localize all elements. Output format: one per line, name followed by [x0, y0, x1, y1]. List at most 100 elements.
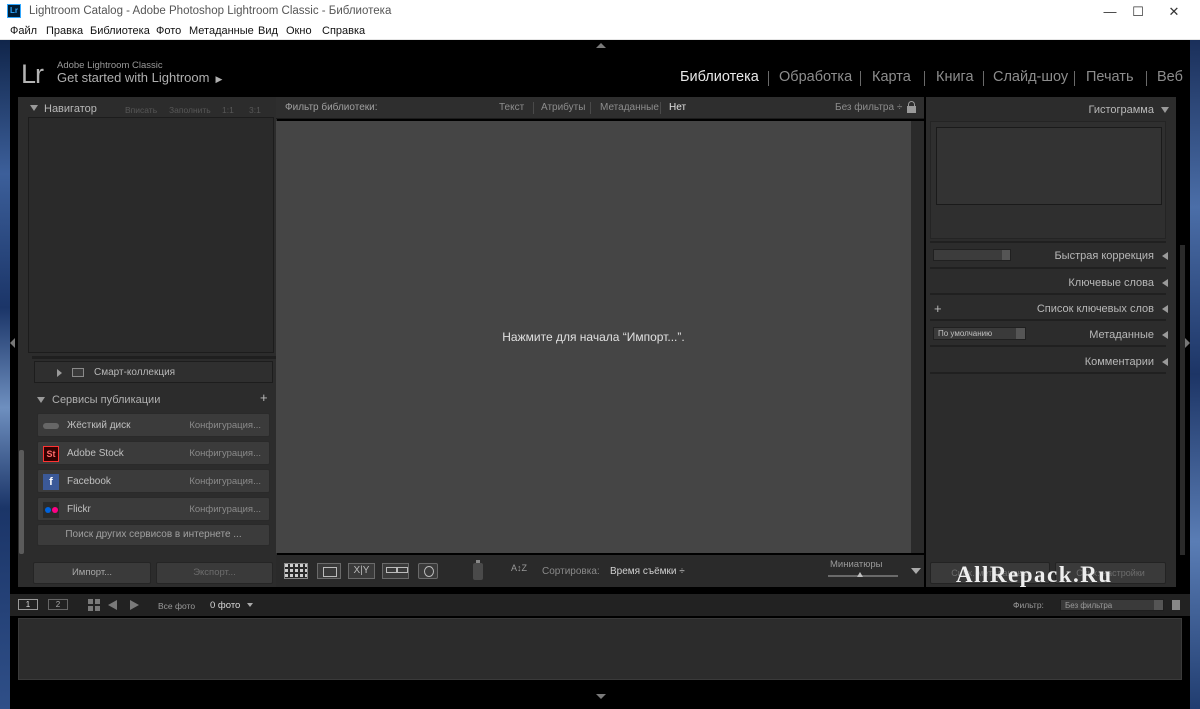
menu-file[interactable]: Файл	[10, 25, 37, 37]
service-configure[interactable]: Конфигурация...	[189, 504, 261, 515]
sort-label: Сортировка:	[542, 566, 600, 577]
filter-tab-metadata[interactable]: Метаданные	[600, 102, 659, 113]
top-panel-toggle-icon[interactable]	[596, 43, 606, 48]
menu-view[interactable]: Вид	[258, 25, 278, 37]
expand-triangle-icon[interactable]	[1162, 331, 1168, 339]
module-map[interactable]: Карта	[872, 69, 911, 85]
left-panel-scrollbar[interactable]	[19, 450, 24, 554]
empty-grid-message[interactable]: Нажмите для начала “Импорт...”.	[276, 330, 911, 344]
menu-help[interactable]: Справка	[322, 25, 365, 37]
grid-view-icon[interactable]	[88, 599, 100, 611]
navigator-header[interactable]: Навигатор Вписать Заполнить 1:1 3:1	[18, 100, 277, 118]
add-keyword-icon[interactable]: +	[934, 301, 942, 316]
nav-1-1[interactable]: 1:1	[222, 105, 234, 115]
collapse-triangle-icon[interactable]	[37, 397, 45, 403]
survey-view-icon[interactable]	[382, 563, 409, 579]
expand-triangle-icon[interactable]	[1162, 358, 1168, 366]
add-publish-service-icon[interactable]: +	[260, 390, 268, 405]
panel-divider	[930, 319, 1166, 321]
keyword-list-title[interactable]: Список ключевых слов	[1037, 303, 1154, 315]
publish-flickr[interactable]: Flickr Конфигурация...	[37, 497, 270, 521]
slider-knob-icon[interactable]	[856, 572, 863, 577]
keywording-title[interactable]: Ключевые слова	[1068, 277, 1154, 289]
publish-facebook[interactable]: f Facebook Конфигурация...	[37, 469, 270, 493]
menu-window[interactable]: Окно	[286, 25, 312, 37]
menu-photo[interactable]: Фото	[156, 25, 181, 37]
people-view-icon[interactable]	[418, 563, 438, 579]
back-arrow-icon[interactable]	[108, 600, 117, 610]
filmstrip-filter-select[interactable]: Без фильтра	[1060, 599, 1164, 611]
chevron-down-icon[interactable]	[247, 603, 253, 607]
toolbar-content-dropdown-icon[interactable]	[908, 563, 924, 579]
module-library[interactable]: Библиотека	[680, 69, 759, 85]
import-button[interactable]: Импорт...	[33, 562, 151, 584]
right-panel-scrollbar[interactable]	[1180, 245, 1185, 555]
loupe-view-icon[interactable]	[317, 563, 341, 579]
filter-tab-none[interactable]: Нет	[669, 102, 686, 113]
publish-services-title[interactable]: Сервисы публикации	[52, 394, 160, 406]
close-button[interactable]: ✕	[1156, 0, 1192, 23]
export-button[interactable]: Экспорт...	[156, 562, 273, 584]
module-print[interactable]: Печать	[1086, 69, 1134, 85]
saved-preset-select[interactable]	[933, 249, 1011, 261]
histogram-title[interactable]: Гистограмма	[1088, 104, 1154, 116]
maximize-button[interactable]: ☐	[1120, 0, 1156, 23]
compare-view-icon[interactable]: X|Y	[348, 563, 375, 579]
filter-lock-icon[interactable]	[907, 101, 916, 113]
menu-metadata[interactable]: Метаданные	[189, 25, 254, 37]
bottom-panel-toggle-icon[interactable]	[596, 694, 606, 699]
module-web[interactable]: Веб	[1157, 69, 1183, 85]
menu-library[interactable]: Библиотека	[90, 25, 150, 37]
filter-tab-attributes[interactable]: Атрибуты	[541, 102, 585, 113]
expand-triangle-icon[interactable]	[1162, 279, 1168, 287]
module-develop[interactable]: Обработка	[779, 69, 852, 85]
module-separator	[983, 71, 984, 86]
right-panel: Гистограмма Быстрая коррекция Ключевые с…	[926, 97, 1176, 587]
publish-adobe-stock[interactable]: St Adobe Stock Конфигурация...	[37, 441, 270, 465]
module-book[interactable]: Книга	[936, 69, 974, 85]
navigator-preview[interactable]	[28, 117, 274, 353]
filter-preset-select[interactable]: Без фильтра ÷	[835, 102, 902, 113]
forward-arrow-icon[interactable]	[130, 600, 139, 610]
metadata-title[interactable]: Метаданные	[1089, 329, 1154, 341]
service-configure[interactable]: Конфигурация...	[189, 420, 261, 431]
expand-triangle-icon[interactable]	[1162, 252, 1168, 260]
comments-title[interactable]: Комментарии	[1085, 356, 1154, 368]
painter-spray-can-icon[interactable]	[473, 560, 483, 580]
left-panel-toggle-icon[interactable]	[10, 338, 15, 348]
module-slideshow[interactable]: Слайд-шоу	[993, 69, 1068, 85]
smart-collection-row[interactable]: Смарт-коллекция	[34, 361, 273, 383]
menu-edit[interactable]: Правка	[46, 25, 83, 37]
service-configure[interactable]: Конфигурация...	[189, 448, 261, 459]
grid-scrollbar[interactable]	[911, 121, 924, 553]
right-panel-toggle-icon[interactable]	[1185, 338, 1190, 348]
metadata-preset-select[interactable]: По умолчанию	[933, 327, 1026, 340]
nav-fit[interactable]: Вписать	[125, 105, 157, 115]
service-configure[interactable]: Конфигурация...	[189, 476, 261, 487]
grid-view-icon[interactable]	[284, 563, 308, 579]
thumbnail-size-slider[interactable]	[828, 572, 898, 577]
find-more-services-button[interactable]: Поиск других сервисов в интернете ...	[37, 524, 270, 546]
window-title-bar[interactable]: Lr Lightroom Catalog - Adobe Photoshop L…	[0, 0, 1200, 23]
collapse-triangle-icon[interactable]	[1161, 107, 1169, 113]
nav-fill[interactable]: Заполнить	[169, 105, 211, 115]
filter-lock-icon[interactable]	[1172, 600, 1180, 610]
filter-tab-text[interactable]: Текст	[499, 102, 524, 113]
nav-3-1[interactable]: 3:1	[249, 105, 261, 115]
filter-separator	[660, 102, 661, 114]
quick-develop-title[interactable]: Быстрая коррекция	[1054, 250, 1154, 262]
stepper-icon	[1016, 328, 1025, 339]
service-name: Flickr	[67, 504, 91, 515]
publish-hard-drive[interactable]: Жёсткий диск Конфигурация...	[37, 413, 270, 437]
sort-direction-icon[interactable]: A↕Z	[511, 563, 533, 581]
filmstrip[interactable]	[18, 618, 1182, 680]
expand-triangle-icon[interactable]	[1162, 305, 1168, 313]
primary-window-tab[interactable]: 1	[18, 599, 38, 610]
expand-triangle-icon[interactable]	[57, 369, 62, 377]
sort-select[interactable]: Время съёмки ÷	[610, 566, 685, 577]
grid-view[interactable]: Нажмите для начала “Импорт...”.	[276, 121, 911, 553]
panel-divider	[930, 345, 1166, 347]
filmstrip-source[interactable]: Все фото	[158, 601, 195, 611]
secondary-window-tab[interactable]: 2	[48, 599, 68, 610]
panel-divider	[930, 241, 1166, 243]
